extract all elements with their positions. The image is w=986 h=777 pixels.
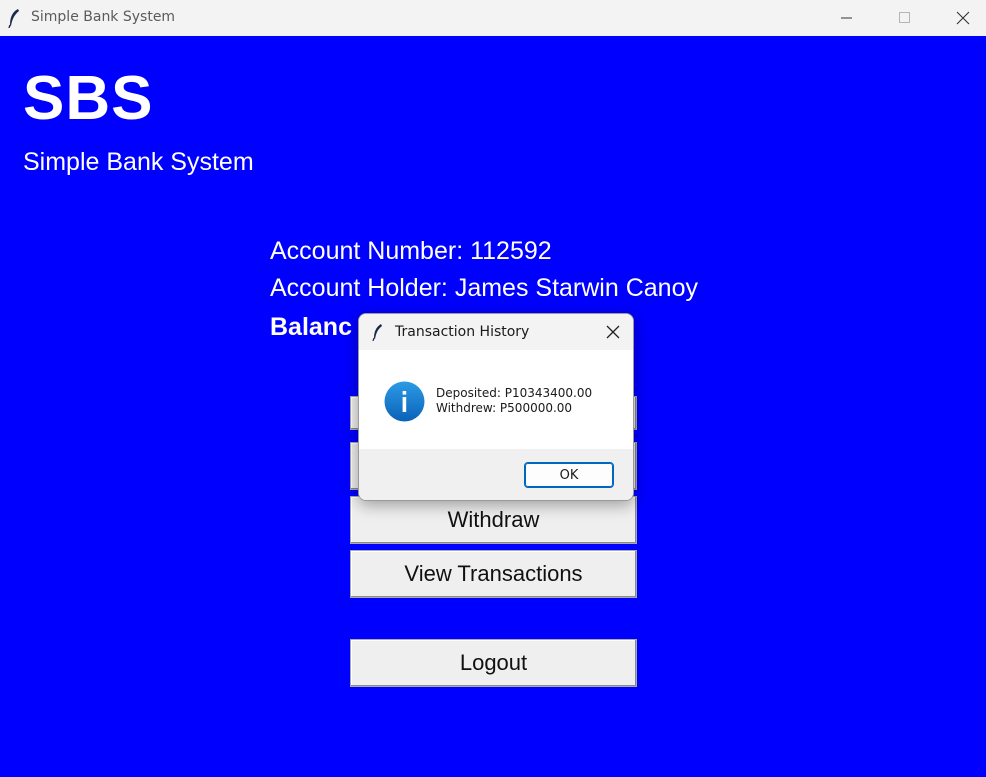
withdrew-line: Withdrew: P500000.00 [436, 401, 573, 415]
logout-button[interactable]: Logout [350, 639, 637, 687]
minimize-button[interactable] [818, 0, 876, 36]
maximize-icon [899, 12, 910, 23]
minimize-icon [841, 17, 852, 19]
dialog-title: Transaction History [395, 324, 530, 340]
close-icon[interactable] [605, 324, 621, 340]
withdraw-button[interactable]: Withdraw [350, 496, 637, 544]
close-window-button[interactable] [934, 0, 986, 36]
account-holder: Account Holder: James Starwin Canoy [270, 274, 698, 302]
dialog-body: Deposited: P10343400.00 Withdrew: P50000… [359, 350, 633, 449]
balance-label: Balanc [270, 313, 352, 341]
close-icon [956, 11, 970, 25]
dialog-message: Deposited: P10343400.00 Withdrew: P50000… [436, 386, 592, 416]
app-subtitle: Simple Bank System [23, 148, 254, 176]
transaction-history-dialog: Transaction History Deposited: P10343400… [358, 313, 634, 501]
info-icon [384, 381, 425, 422]
feather-icon [8, 9, 19, 28]
ok-button[interactable]: OK [524, 462, 614, 488]
dialog-footer: OK [359, 449, 633, 500]
view-transactions-button[interactable]: View Transactions [350, 550, 637, 598]
maximize-button[interactable] [876, 0, 934, 36]
app-logo: SBS [23, 64, 154, 133]
account-number: Account Number: 112592 [270, 237, 552, 265]
dialog-titlebar: Transaction History [359, 314, 633, 350]
window-titlebar: Simple Bank System [0, 0, 986, 36]
feather-icon [372, 324, 382, 341]
deposited-line: Deposited: P10343400.00 [436, 386, 593, 400]
window-title: Simple Bank System [31, 9, 176, 25]
